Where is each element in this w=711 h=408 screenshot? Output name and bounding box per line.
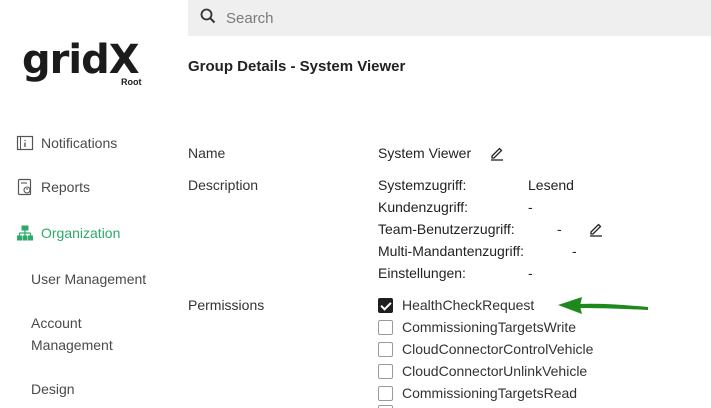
description-key: Einstellungen: <box>378 265 466 281</box>
notifications-icon <box>16 134 34 152</box>
permission-item: HealthCheckRequest <box>378 297 534 313</box>
permission-checkbox[interactable] <box>378 341 393 357</box>
annotation-arrow-icon <box>558 297 648 314</box>
name-value: System Viewer <box>378 145 472 161</box>
sidebar-item-organization[interactable]: Organization <box>16 224 120 242</box>
search-bar <box>188 0 711 36</box>
search-icon <box>200 8 216 29</box>
logo-wordmark: gridX <box>22 37 140 83</box>
permission-checkbox[interactable] <box>378 363 393 379</box>
sidebar-subitem-design[interactable]: Design <box>31 378 75 400</box>
permission-item: CloudConnectorUnlinkVehicle <box>378 363 587 379</box>
permission-checkbox[interactable] <box>378 297 393 313</box>
description-key: Kundenzugriff: <box>378 199 469 215</box>
description-value: - <box>528 265 533 281</box>
organization-icon <box>16 224 34 242</box>
permission-item: CloudConnectorControlVehicle <box>378 341 593 357</box>
sidebar-subitem-user-management[interactable]: User Management <box>31 268 146 290</box>
description-label: Description <box>188 177 259 193</box>
permission-label: CommissioningTargetsRead <box>402 385 578 401</box>
permission-checkbox[interactable] <box>378 385 393 401</box>
sidebar-subitem-account-management[interactable]: Account Management <box>31 312 151 356</box>
description-value: - <box>572 243 577 259</box>
permission-label: CommissioningTargetsWrite <box>402 319 577 335</box>
gridx-logo[interactable]: gridX Root <box>22 38 152 92</box>
edit-description-pencil-icon[interactable] <box>588 221 604 237</box>
permission-label: CloudConnectorControlVehicle <box>402 341 594 357</box>
sidebar-item-reports[interactable]: Reports <box>16 178 90 196</box>
sidebar-item-notifications[interactable]: Notifications <box>16 134 117 152</box>
permission-label: CloudConnectorUnlinkVehicle <box>402 363 588 379</box>
edit-name-pencil-icon[interactable] <box>489 145 505 161</box>
permissions-label: Permissions <box>188 297 265 313</box>
permission-item: CommissioningTargetsRead <box>378 385 577 401</box>
description-key: Team-Benutzerzugriff: <box>378 221 515 237</box>
reports-icon <box>16 178 34 196</box>
description-value: - <box>557 221 562 237</box>
sidebar: gridX Root Notifications Reports Organiz… <box>0 0 175 408</box>
description-key: Systemzugriff: <box>378 177 467 193</box>
sidebar-item-label: Organization <box>41 225 121 241</box>
page-title: Group Details - System Viewer <box>188 58 406 75</box>
logo-subtitle: Root <box>121 77 142 87</box>
description-key: Multi-Mandantenzugriff: <box>378 243 525 259</box>
sidebar-item-label: Reports <box>41 179 91 195</box>
description-value: Lesend <box>528 177 574 193</box>
permission-label: HealthCheckRequest <box>402 297 535 313</box>
description-value: - <box>528 199 533 215</box>
sidebar-item-label: Notifications <box>41 135 118 151</box>
permission-checkbox[interactable] <box>378 319 393 335</box>
permission-item: CommissioningTargetsWrite <box>378 319 576 335</box>
name-label: Name <box>188 145 226 161</box>
search-input[interactable] <box>226 9 626 27</box>
